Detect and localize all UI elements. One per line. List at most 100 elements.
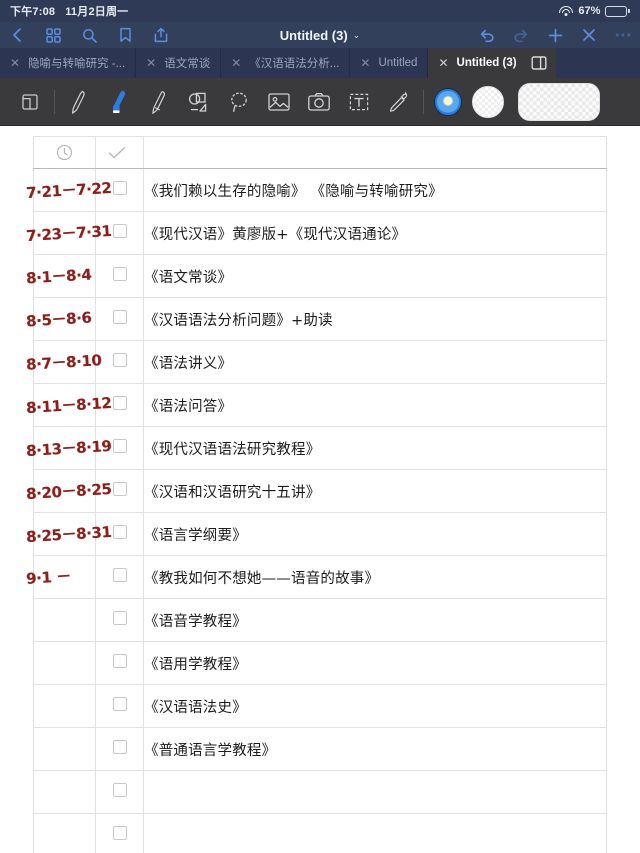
checkbox-cell[interactable] [95,254,144,298]
book-title-cell[interactable]: 《汉语语法史》 [143,684,607,728]
table-row[interactable] [33,813,607,853]
checkbox[interactable] [112,395,127,410]
table-row[interactable]: 8·1－8·4 《语文常谈》 [26,254,607,298]
checkbox[interactable] [112,739,127,754]
tab-close-icon[interactable]: ✕ [360,57,370,69]
image-tool[interactable] [259,82,299,122]
checkbox[interactable] [112,696,127,711]
tab-close-icon[interactable]: ✕ [231,57,241,69]
table-row[interactable]: 《语用学教程》 [33,641,607,685]
grid-thumbnails-icon[interactable] [44,26,62,44]
table-row[interactable]: 8·11－8·12 《语法问答》 [26,383,607,427]
book-title-cell[interactable]: 《语用学教程》 [143,641,607,685]
table-row[interactable]: 7·23－7·31 《现代汉语》黄廖版+《现代汉语通论》 [26,211,607,255]
close-icon[interactable] [580,26,598,44]
table-row[interactable]: 8·13－8·19 《现代汉语语法研究教程》 [26,426,607,470]
date-cell[interactable] [33,641,96,685]
checkbox-cell[interactable] [95,727,144,771]
book-title-cell[interactable]: 《语法讲义》 [143,340,607,384]
date-cell[interactable]: 8·7－8·10 [26,340,102,384]
undo-icon[interactable] [478,26,496,44]
eyedropper-tool[interactable] [379,82,419,122]
date-cell[interactable] [33,727,96,771]
table-row[interactable]: 《普通语言学教程》 [33,727,607,771]
checkbox[interactable] [112,524,127,539]
search-icon[interactable] [80,26,98,44]
color-swatch-white[interactable] [468,82,508,122]
table-row[interactable]: 8·25－8·31 《语言学纲要》 [26,512,607,556]
page-tool[interactable] [10,82,50,122]
checkbox[interactable] [112,223,127,238]
table-row[interactable] [33,770,607,814]
date-cell[interactable]: 8·5－8·6 [26,297,96,341]
table-row[interactable]: 9·1 － 《教我如何不想她——语音的故事》 [26,555,607,599]
checkbox[interactable] [112,653,127,668]
checkbox[interactable] [112,610,127,625]
checkbox-cell[interactable] [95,641,144,685]
checkbox-cell[interactable] [95,770,144,814]
book-title-cell[interactable]: 《普通语言学教程》 [143,727,607,771]
lasso-tool[interactable] [219,82,259,122]
book-title-cell[interactable] [143,770,607,814]
book-title-cell[interactable]: 《现代汉语》黄廖版+《现代汉语通论》 [143,211,607,255]
date-cell[interactable]: 8·20－8·25 [26,469,112,513]
checkbox-cell[interactable] [95,555,144,599]
checkbox[interactable] [112,266,127,281]
title-column-header[interactable] [143,136,607,169]
tab-close-icon[interactable]: ✕ [10,57,20,69]
book-title-cell[interactable]: 《语文常谈》 [143,254,607,298]
share-icon[interactable] [152,26,170,44]
date-column-header[interactable] [33,136,96,169]
table-row[interactable]: 8·7－8·10 《语法讲义》 [26,340,607,384]
book-title-cell[interactable] [143,813,607,853]
tab-4-active[interactable]: ✕ Untitled (3) [428,48,527,78]
date-cell[interactable] [33,813,96,853]
note-canvas[interactable]: 7·21－7·22 《我们赖以生存的隐喻》 《隐喻与转喻研究》 7·23－7·31 《… [0,126,640,853]
color-swatch-wide-transparent[interactable] [518,82,600,121]
book-title-cell[interactable]: 《语言学纲要》 [143,512,607,556]
date-cell[interactable]: 8·25－8·31 [26,512,112,556]
book-title-cell[interactable]: 《教我如何不想她——语音的故事》 [143,555,607,599]
table-row[interactable]: 8·5－8·6 《汉语语法分析问题》+助读 [26,297,607,341]
date-cell[interactable] [33,598,96,642]
pen-tool[interactable] [59,82,99,122]
date-cell[interactable]: 7·21－7·22 [26,168,112,212]
text-tool[interactable] [339,82,379,122]
highlighter-tool[interactable] [99,82,139,122]
pencil-tool[interactable] [139,82,179,122]
checkbox[interactable] [112,438,127,453]
date-cell[interactable]: 8·13－8·19 [26,426,112,470]
book-title-cell[interactable]: 《我们赖以生存的隐喻》 《隐喻与转喻研究》 [143,168,607,212]
tab-2[interactable]: ✕ 《汉语语法分析... [221,48,351,78]
checkbox-cell[interactable] [95,340,144,384]
shape-tool[interactable] [179,82,219,122]
redo-icon[interactable] [512,26,530,44]
checkbox-cell[interactable] [95,297,144,341]
book-title-cell[interactable]: 《语法问答》 [143,383,607,427]
more-icon[interactable] [614,26,632,44]
camera-tool[interactable] [299,82,339,122]
table-row[interactable]: 8·20－8·25 《汉语和汉语研究十五讲》 [26,469,607,513]
tab-3[interactable]: ✕ Untitled [350,48,429,78]
checkbox-cell[interactable] [95,813,144,853]
add-icon[interactable] [546,26,564,44]
date-cell[interactable]: 8·1－8·4 [26,254,96,298]
date-cell[interactable]: 9·1 － [26,555,96,599]
bookmark-icon[interactable] [116,26,134,44]
tab-0[interactable]: ✕ 隐喻与转喻研究 -... [0,48,137,78]
checkbox-cell[interactable] [95,684,144,728]
split-panel-icon[interactable] [526,48,556,78]
date-cell[interactable] [33,770,96,814]
checkbox[interactable] [112,825,127,840]
book-title-cell[interactable]: 《汉语语法分析问题》+助读 [143,297,607,341]
checkbox[interactable] [112,481,127,496]
checkbox[interactable] [112,180,127,195]
checkbox-cell[interactable] [95,598,144,642]
color-swatch-blue[interactable] [428,82,468,122]
date-cell[interactable]: 8·11－8·12 [26,383,112,427]
book-title-cell[interactable]: 《汉语和汉语研究十五讲》 [143,469,607,513]
table-row[interactable]: 《汉语语法史》 [33,684,607,728]
checkbox[interactable] [112,782,127,797]
tab-close-icon[interactable]: ✕ [146,57,156,69]
book-title-cell[interactable]: 《语音学教程》 [143,598,607,642]
